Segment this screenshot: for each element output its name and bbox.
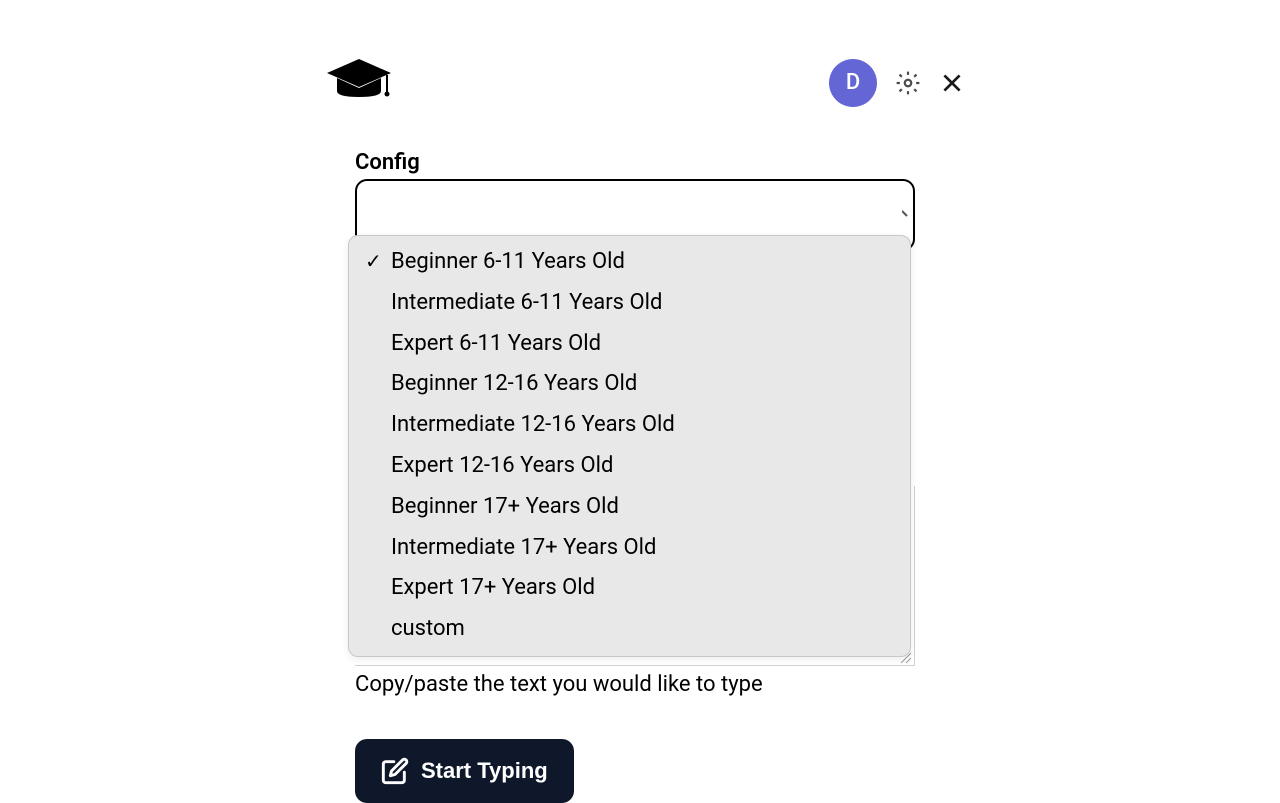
config-dropdown-menu: Beginner 6-11 Years Old Intermediate 6-1… bbox=[348, 235, 911, 657]
avatar[interactable]: D bbox=[829, 59, 877, 107]
dropdown-option[interactable]: Intermediate 12-16 Years Old bbox=[349, 405, 910, 446]
dropdown-option[interactable]: Beginner 6-11 Years Old bbox=[349, 242, 910, 283]
dropdown-option[interactable]: Intermediate 6-11 Years Old bbox=[349, 283, 910, 324]
dropdown-option[interactable]: Intermediate 17+ Years Old bbox=[349, 528, 910, 569]
header: D bbox=[325, 55, 965, 110]
dropdown-option[interactable]: Beginner 17+ Years Old bbox=[349, 487, 910, 528]
textarea-helper: Copy/paste the text you would like to ty… bbox=[325, 672, 965, 697]
avatar-initial: D bbox=[846, 70, 860, 95]
dropdown-option[interactable]: custom bbox=[349, 609, 910, 650]
dropdown-option[interactable]: Expert 12-16 Years Old bbox=[349, 446, 910, 487]
gear-icon[interactable] bbox=[895, 70, 921, 96]
dropdown-option[interactable]: Expert 6-11 Years Old bbox=[349, 324, 910, 365]
start-button-label: Start Typing bbox=[421, 758, 548, 784]
edit-icon bbox=[381, 757, 409, 785]
close-icon[interactable] bbox=[939, 70, 965, 96]
dropdown-option[interactable]: Beginner 12-16 Years Old bbox=[349, 364, 910, 405]
logo-icon bbox=[325, 55, 393, 110]
config-label: Config bbox=[355, 150, 935, 175]
main-panel: D Config Beginner 6-11 Years Old Interme… bbox=[325, 55, 965, 803]
header-actions: D bbox=[829, 59, 965, 107]
start-typing-button[interactable]: Start Typing bbox=[355, 739, 574, 803]
dropdown-option[interactable]: Expert 17+ Years Old bbox=[349, 568, 910, 609]
chevron-down-icon bbox=[902, 206, 912, 218]
